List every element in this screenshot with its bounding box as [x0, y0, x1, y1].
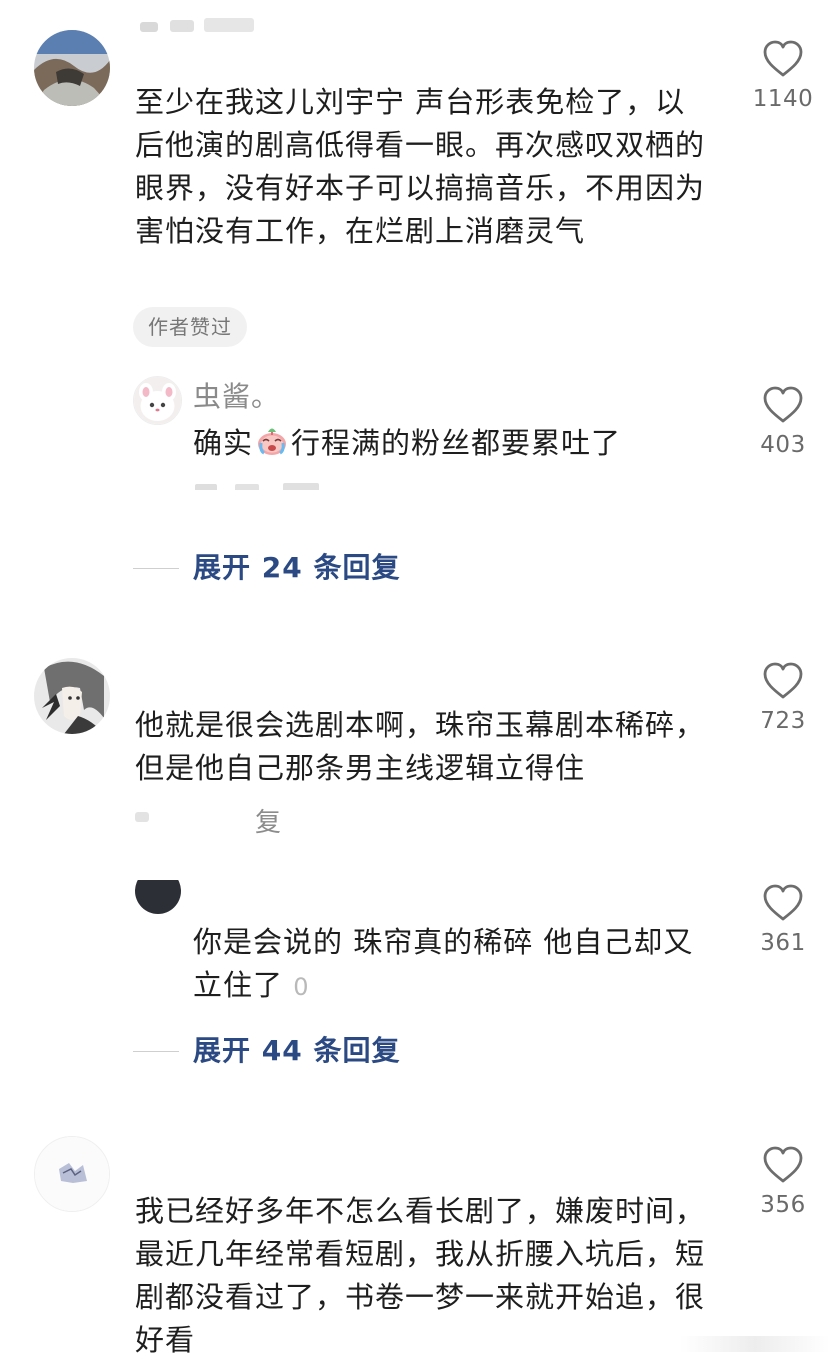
reply-avatar[interactable] — [135, 880, 181, 920]
expand-replies-label[interactable]: 展开 44 条回复 — [193, 1031, 400, 1071]
reply-text: 你是会说的 珠帘真的稀碎 他自己却又立住了 0 — [193, 921, 713, 1009]
like-button[interactable]: 1140 — [743, 40, 823, 112]
like-button[interactable]: 723 — [743, 662, 823, 734]
heart-outline-icon — [763, 40, 803, 77]
watermark — [680, 1336, 830, 1352]
comment-text: 我已经好多年不怎么看长剧了，嫌废时间，最近几年经常看短剧，我从折腰入坑后，短剧都… — [135, 1194, 706, 1357]
meta-tail: 复 — [255, 808, 283, 838]
comment-meta: 复 — [135, 802, 335, 838]
reply-meta-cropped — [195, 480, 345, 490]
reply-meta: 0 — [293, 973, 310, 1001]
avatar[interactable] — [34, 658, 110, 734]
comment-text: 至少在我这儿刘宇宁 声台形表免检了，以后他演的剧高低得看一眼。再次感叹双栖的眼界… — [135, 85, 706, 248]
reply-avatar[interactable] — [133, 376, 182, 425]
comment-text: 他就是很会选剧本啊，珠帘玉幕剧本稀碎，但是他自己那条男主线逻辑立得住 — [135, 708, 706, 785]
crying-face-emoji — [255, 423, 289, 469]
like-count: 361 — [760, 930, 806, 956]
like-count: 403 — [760, 432, 806, 458]
avatar[interactable] — [34, 1136, 110, 1212]
like-count: 1140 — [752, 86, 814, 112]
cropped-username — [140, 12, 260, 36]
heart-outline-icon — [763, 662, 803, 699]
reply-text: 确实 行程满的粉丝都要累吐了 — [193, 422, 713, 469]
reply-like-button[interactable]: 403 — [743, 386, 823, 458]
author-liked-badge: 作者赞过 — [133, 307, 247, 347]
like-count: 356 — [760, 1192, 806, 1218]
heart-outline-icon — [763, 1146, 803, 1183]
expand-replies-label[interactable]: 展开 24 条回复 — [193, 548, 400, 588]
reply-text-body: 你是会说的 珠帘真的稀碎 他自己却又立住了 — [193, 925, 694, 1002]
heart-outline-icon — [763, 884, 803, 921]
reply-like-button[interactable]: 361 — [743, 884, 823, 956]
like-button[interactable]: 356 — [743, 1146, 823, 1218]
reply-username[interactable]: 虫酱。 — [193, 375, 280, 415]
divider-line — [133, 568, 179, 569]
avatar[interactable] — [34, 30, 110, 106]
divider-line — [133, 1051, 179, 1052]
like-count: 723 — [760, 708, 806, 734]
reply-text-before: 确实 — [193, 426, 254, 460]
heart-outline-icon — [763, 386, 803, 423]
reply-text-after: 行程满的粉丝都要累吐了 — [291, 426, 622, 460]
